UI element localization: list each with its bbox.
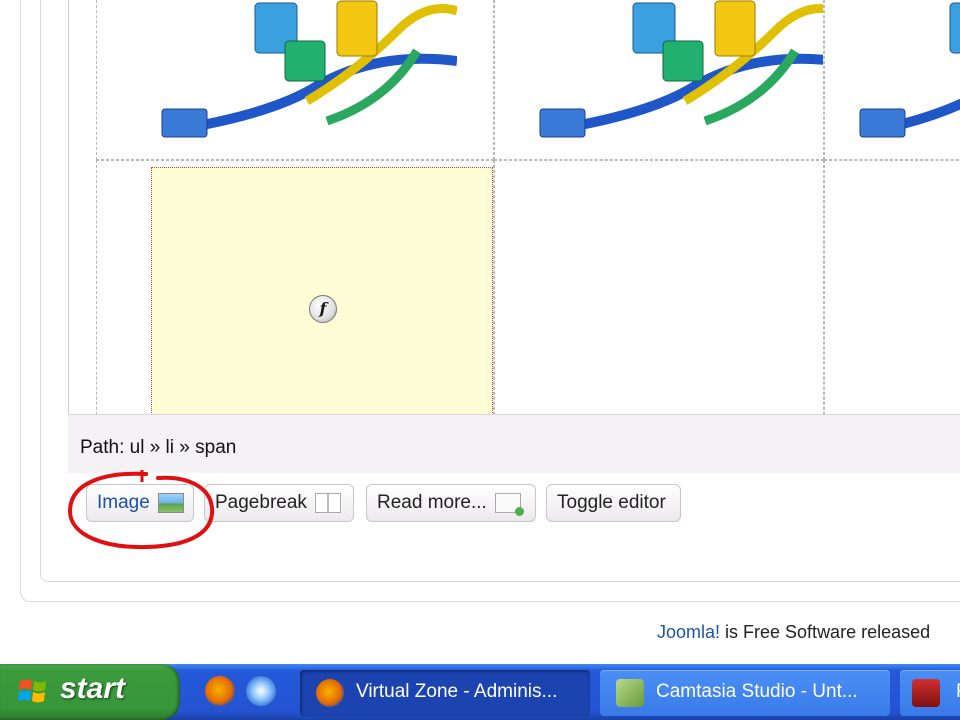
image-button[interactable]: Image xyxy=(86,484,194,522)
network-cable-image[interactable] xyxy=(855,0,960,156)
task-label: R xyxy=(956,681,960,702)
pagebreak-button[interactable]: Pagebreak xyxy=(204,484,354,522)
table-cell[interactable]: f xyxy=(96,160,494,414)
task-label: Virtual Zone - Adminis... xyxy=(356,681,558,702)
joomla-link[interactable]: Joomla! xyxy=(657,622,720,642)
start-button[interactable]: start xyxy=(0,664,180,720)
task-label: Camtasia Studio - Unt... xyxy=(656,681,858,702)
network-cable-image[interactable] xyxy=(157,0,457,156)
windows-taskbar: start Virtual Zone - Adminis... Camtasia… xyxy=(0,664,960,720)
image-icon xyxy=(157,493,184,513)
footer-text: Joomla! is Free Software released xyxy=(657,622,930,643)
flash-object-placeholder[interactable]: f xyxy=(151,167,493,414)
read-more-button-label: Read more... xyxy=(377,492,487,513)
footer-suffix: is Free Software released xyxy=(720,622,931,642)
camtasia-icon xyxy=(616,679,644,707)
table-cell[interactable] xyxy=(824,160,960,414)
image-button-label: Image xyxy=(97,492,150,513)
task-recorder[interactable]: R xyxy=(900,670,960,716)
task-camtasia[interactable]: Camtasia Studio - Unt... xyxy=(600,670,890,716)
toggle-editor-button-label: Toggle editor xyxy=(557,492,666,513)
read-more-button[interactable]: Read more... xyxy=(366,484,536,522)
task-virtual-zone[interactable]: Virtual Zone - Adminis... xyxy=(300,670,590,716)
table-cell[interactable] xyxy=(494,0,824,160)
pagebreak-icon xyxy=(314,493,341,513)
firefox-icon[interactable] xyxy=(205,676,235,706)
windows-logo-icon xyxy=(18,679,46,703)
network-cable-image[interactable] xyxy=(535,0,824,156)
table-cell[interactable] xyxy=(494,160,824,414)
pagebreak-button-label: Pagebreak xyxy=(215,492,307,513)
ie-icon[interactable] xyxy=(246,676,276,706)
gallery-table: f xyxy=(69,0,960,414)
table-cell[interactable] xyxy=(824,0,960,160)
read-more-icon xyxy=(494,493,524,516)
toggle-editor-button[interactable]: Toggle editor xyxy=(546,484,681,522)
path-label: Path: ul » li » span xyxy=(80,437,237,458)
editor-path-bar: Path: ul » li » span xyxy=(68,414,960,473)
recorder-icon xyxy=(912,679,940,707)
editor-content-area[interactable]: f xyxy=(68,0,960,414)
flash-icon: f xyxy=(309,295,337,323)
start-label: start xyxy=(60,672,126,705)
firefox-icon xyxy=(316,679,344,707)
table-cell[interactable] xyxy=(96,0,494,160)
